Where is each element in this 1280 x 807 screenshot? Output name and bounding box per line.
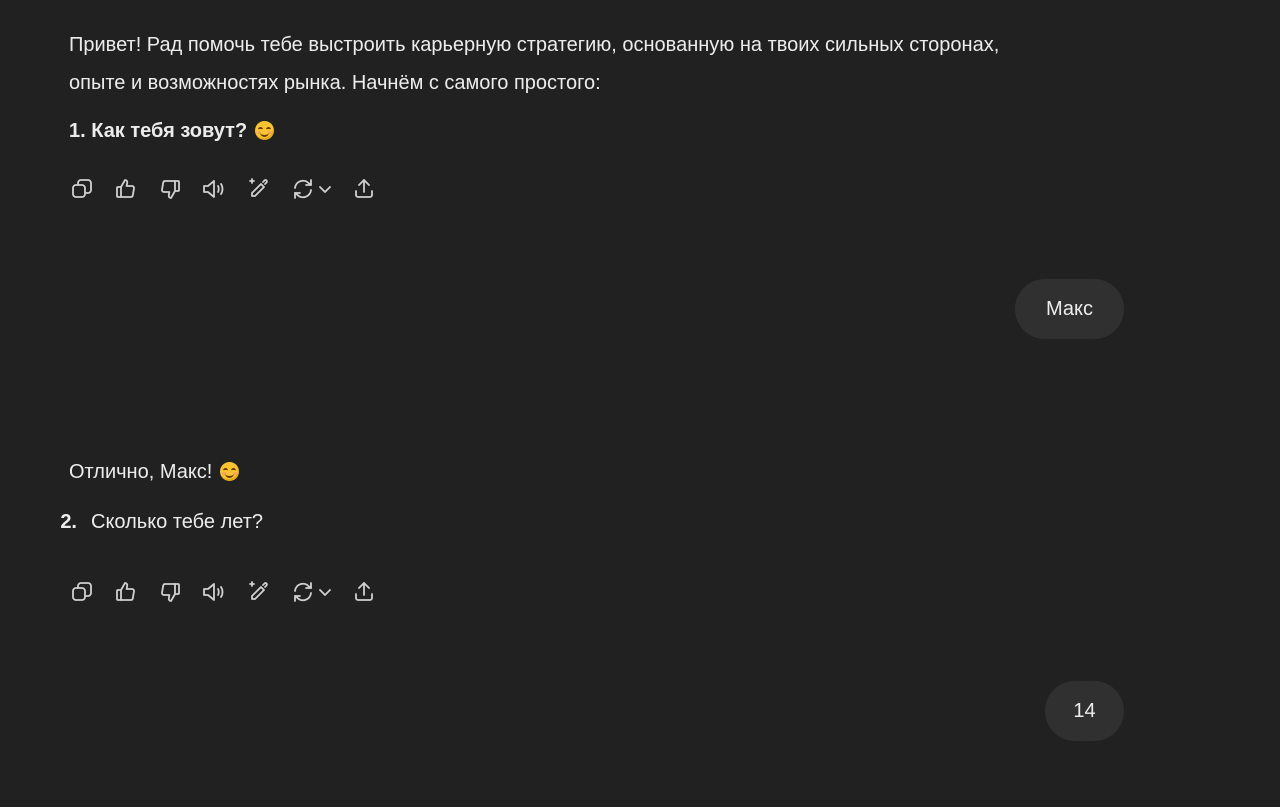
read-aloud-button[interactable] (200, 175, 228, 203)
smiling-face-emoji-icon (254, 121, 274, 140)
assistant-message-2-list-item: 2. Сколько тебе лет? (55, 503, 263, 541)
regenerate-icon (294, 582, 312, 602)
question-text: Сколько тебе лет? (91, 511, 264, 533)
copy-icon (72, 179, 92, 198)
intro-text: Отлично, Макс! (69, 461, 213, 483)
user-message-text: 14 (1073, 699, 1096, 722)
thumbs-down-icon (161, 180, 180, 199)
assistant-message-1-question: 1. Как тебя зовут? (69, 112, 274, 150)
edit-sparkle-icon (249, 178, 268, 197)
thumbs-up-icon (116, 582, 135, 601)
list-number: 2. (60, 511, 77, 533)
message-actions-toolbar-2 (68, 578, 378, 606)
good-response-button[interactable] (112, 175, 140, 203)
share-button[interactable] (350, 175, 378, 203)
user-message-text: Макс (1046, 297, 1093, 320)
thumbs-down-icon (161, 583, 180, 602)
regenerate-button[interactable] (288, 175, 336, 203)
regenerate-icon (294, 179, 312, 199)
question-text: 1. Как тебя зовут? (69, 120, 248, 142)
user-message-1: Макс (1015, 279, 1124, 339)
user-message-2: 14 (1045, 681, 1124, 741)
good-response-button[interactable] (112, 578, 140, 606)
edit-sparkle-icon (249, 581, 268, 600)
assistant-message-1-line-2: опыте и возможностях рынка. Начнём с сам… (69, 72, 601, 94)
read-aloud-icon (203, 583, 224, 601)
thumbs-up-icon (116, 179, 135, 198)
edit-in-canvas-button[interactable] (244, 175, 272, 203)
message-actions-toolbar-1 (68, 175, 378, 203)
copy-button[interactable] (68, 578, 96, 606)
regenerate-button[interactable] (288, 578, 336, 606)
share-icon (355, 582, 373, 601)
share-button[interactable] (350, 578, 378, 606)
assistant-message-1-line-1: Привет! Рад помочь тебе выстроить карьер… (69, 34, 1000, 56)
assistant-message-2-intro: Отлично, Макс! (69, 453, 239, 491)
bad-response-button[interactable] (156, 578, 184, 606)
copy-button[interactable] (68, 175, 96, 203)
share-icon (355, 179, 373, 198)
edit-in-canvas-button[interactable] (244, 578, 272, 606)
smiling-face-emoji-icon (219, 462, 239, 481)
read-aloud-button[interactable] (200, 578, 228, 606)
bad-response-button[interactable] (156, 175, 184, 203)
chevron-down-icon (319, 186, 331, 193)
chevron-down-icon (319, 589, 331, 596)
read-aloud-icon (203, 180, 224, 198)
copy-icon (72, 582, 92, 601)
